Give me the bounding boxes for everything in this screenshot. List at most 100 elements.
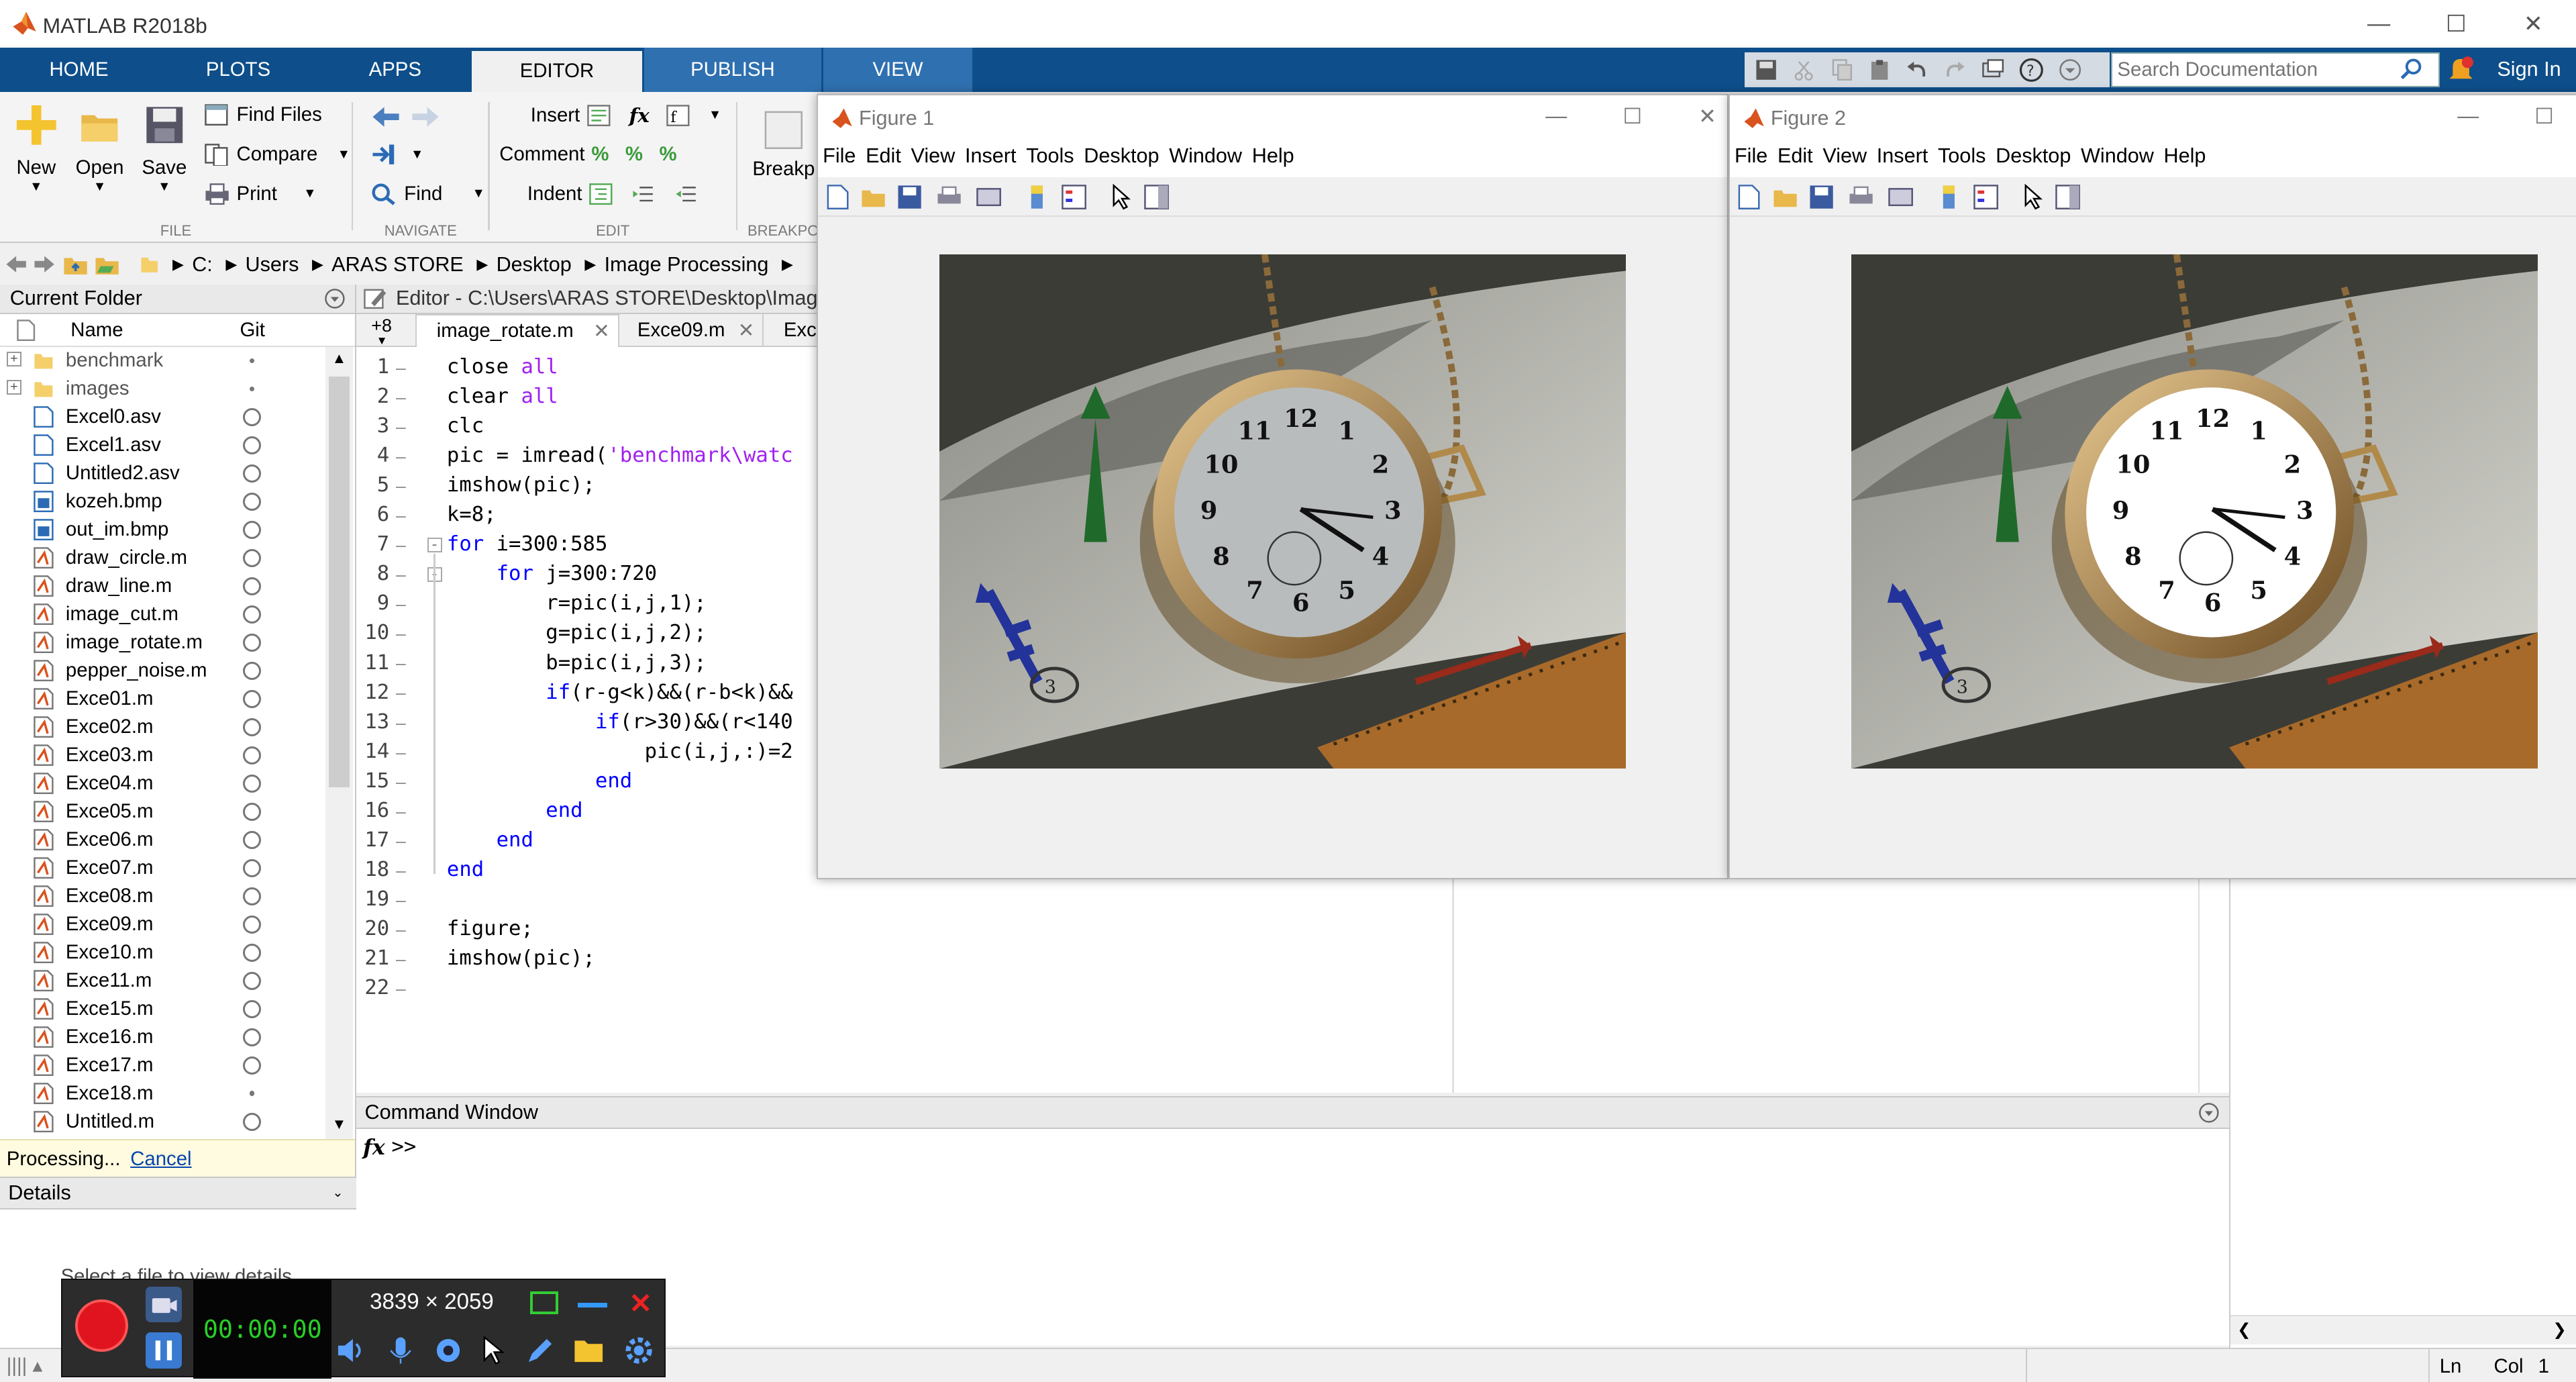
pen-draw-icon[interactable]: [525, 1336, 555, 1365]
settings-gear-icon[interactable]: [624, 1336, 654, 1365]
tab-apps[interactable]: APPS: [319, 48, 472, 92]
forward-arrow-icon[interactable]: [411, 105, 440, 128]
path-segment[interactable]: Desktop: [497, 253, 572, 277]
menu-file[interactable]: File: [818, 144, 861, 177]
code-line[interactable]: if(r>30)&&(r<140: [447, 710, 793, 734]
breakpoint-marker[interactable]: –: [396, 683, 406, 703]
pause-button[interactable]: [146, 1332, 183, 1369]
git-column-header[interactable]: Git: [240, 319, 265, 342]
menu-edit[interactable]: Edit: [861, 144, 906, 177]
legend-icon[interactable]: [1973, 184, 1999, 210]
menu-insert[interactable]: Insert: [1871, 144, 1933, 177]
folder-list-item[interactable]: image_rotate.m: [0, 628, 325, 656]
breakpoint-marker[interactable]: –: [396, 536, 406, 555]
close-tab-icon[interactable]: ✕: [593, 319, 610, 343]
breakpoint-marker[interactable]: –: [396, 743, 406, 762]
menu-view[interactable]: View: [1818, 144, 1871, 177]
expand-folder-icon[interactable]: +: [6, 351, 21, 366]
name-column-header[interactable]: Name: [70, 319, 123, 342]
path-segment[interactable]: ARAS STORE: [331, 253, 464, 277]
redo-icon[interactable]: [1943, 58, 1966, 81]
breakpoint-marker[interactable]: –: [396, 565, 406, 585]
menu-tools[interactable]: Tools: [1021, 144, 1079, 177]
folder-list-item[interactable]: Exce18.m: [0, 1079, 325, 1107]
print-button[interactable]: Print ▼: [204, 183, 316, 205]
minimize-recorder-icon[interactable]: [578, 1303, 608, 1308]
folder-list-item[interactable]: draw_circle.m: [0, 544, 325, 572]
menu-tools[interactable]: Tools: [1933, 144, 1991, 177]
cut-icon[interactable]: [1792, 58, 1815, 81]
folder-list-item[interactable]: Excel0.asv: [0, 403, 325, 432]
save-figure-icon[interactable]: [1808, 184, 1835, 210]
folder-list-item[interactable]: pepper_noise.m: [0, 656, 325, 685]
code-line[interactable]: end: [447, 799, 582, 822]
menu-help[interactable]: Help: [1247, 144, 1299, 177]
scroll-left-icon[interactable]: ❮: [2237, 1320, 2251, 1340]
menu-help[interactable]: Help: [2159, 144, 2211, 177]
quick-access-dropdown-icon[interactable]: [2059, 58, 2081, 81]
find-button[interactable]: Find ▼: [371, 183, 485, 205]
open-button[interactable]: Open ▼: [76, 102, 123, 195]
folder-list-item[interactable]: Exce11.m: [0, 967, 325, 995]
edit-plot-pointer-icon[interactable]: [1107, 183, 1133, 210]
breakpoints-button[interactable]: Breakp: [752, 109, 815, 181]
back-arrow-icon[interactable]: [371, 105, 401, 128]
switch-windows-icon[interactable]: [1981, 58, 2004, 81]
compare-button[interactable]: Compare ▼: [204, 143, 350, 166]
breakpoint-marker[interactable]: –: [396, 447, 406, 466]
workspace-hscrollbar[interactable]: ❮ ❯: [2230, 1314, 2576, 1344]
folder-list-item[interactable]: Untitled2.asv: [0, 460, 325, 488]
breakpoint-marker[interactable]: –: [396, 417, 406, 437]
breakpoint-marker[interactable]: –: [396, 624, 406, 644]
details-header[interactable]: Details ⌄: [0, 1176, 357, 1210]
code-line[interactable]: figure;: [447, 917, 533, 940]
breakpoint-marker[interactable]: –: [396, 388, 406, 407]
breakpoint-marker[interactable]: –: [396, 802, 406, 822]
folder-list-item[interactable]: draw_line.m: [0, 572, 325, 600]
code-line[interactable]: end: [447, 828, 533, 852]
code-line[interactable]: for i=300:585: [447, 532, 607, 556]
code-line[interactable]: end: [447, 858, 484, 881]
back-icon[interactable]: [5, 254, 28, 274]
code-line[interactable]: g=pic(i,j,2);: [447, 621, 706, 644]
expand-folder-icon[interactable]: +: [6, 379, 21, 395]
breakpoint-marker[interactable]: –: [396, 891, 406, 910]
up-folder-icon[interactable]: [62, 253, 89, 276]
scroll-thumb[interactable]: [328, 376, 350, 787]
print-figure-icon[interactable]: [936, 184, 962, 210]
folder-list-item[interactable]: Exce16.m: [0, 1023, 325, 1051]
new-figure-icon[interactable]: [1736, 184, 1762, 210]
code-line[interactable]: end: [447, 769, 632, 793]
forward-icon[interactable]: [33, 254, 56, 274]
folder-list-item[interactable]: Exce01.m: [0, 685, 325, 713]
menu-desktop[interactable]: Desktop: [1079, 144, 1164, 177]
code-line[interactable]: pic = imread('benchmark\watc: [447, 444, 793, 467]
folder-list-item[interactable]: Untitled.m: [0, 1107, 325, 1136]
webcam-button[interactable]: [146, 1286, 183, 1323]
search-icon[interactable]: [2400, 58, 2423, 81]
menu-window[interactable]: Window: [1164, 144, 1247, 177]
tab-home[interactable]: HOME: [0, 48, 158, 92]
webcam-icon[interactable]: [433, 1336, 463, 1365]
close-tab-icon[interactable]: ✕: [738, 319, 755, 342]
editor-tab-image-rotate[interactable]: image_rotate.m ✕: [415, 313, 619, 347]
code-line[interactable]: clear all: [447, 385, 558, 408]
insert-button[interactable]: Insert fx f ▼: [531, 103, 722, 127]
breakpoint-marker[interactable]: –: [396, 920, 406, 940]
tab-view[interactable]: VIEW: [823, 48, 973, 93]
folder-list-item[interactable]: Exce17.m: [0, 1051, 325, 1079]
code-line[interactable]: imshow(pic);: [447, 473, 595, 497]
colorbar-icon[interactable]: [1025, 184, 1051, 210]
find-files-button[interactable]: Find Files: [204, 103, 322, 126]
scroll-right-icon[interactable]: ❯: [2553, 1320, 2567, 1340]
folder-list-item[interactable]: Exce07.m: [0, 854, 325, 882]
editor-tab-exce09[interactable]: Exce09.m ✕: [623, 313, 764, 347]
folder-list-item[interactable]: Exce09.m: [0, 910, 325, 938]
folder-list-item[interactable]: Exce06.m: [0, 826, 325, 854]
breakpoint-marker[interactable]: –: [396, 832, 406, 851]
new-figure-icon[interactable]: [825, 184, 851, 210]
figure-minimize-button[interactable]: —: [2457, 103, 2479, 128]
maximize-button[interactable]: ☐: [2418, 0, 2494, 48]
copy-icon[interactable]: [1830, 58, 1853, 81]
property-editor-icon[interactable]: [1143, 184, 1170, 210]
